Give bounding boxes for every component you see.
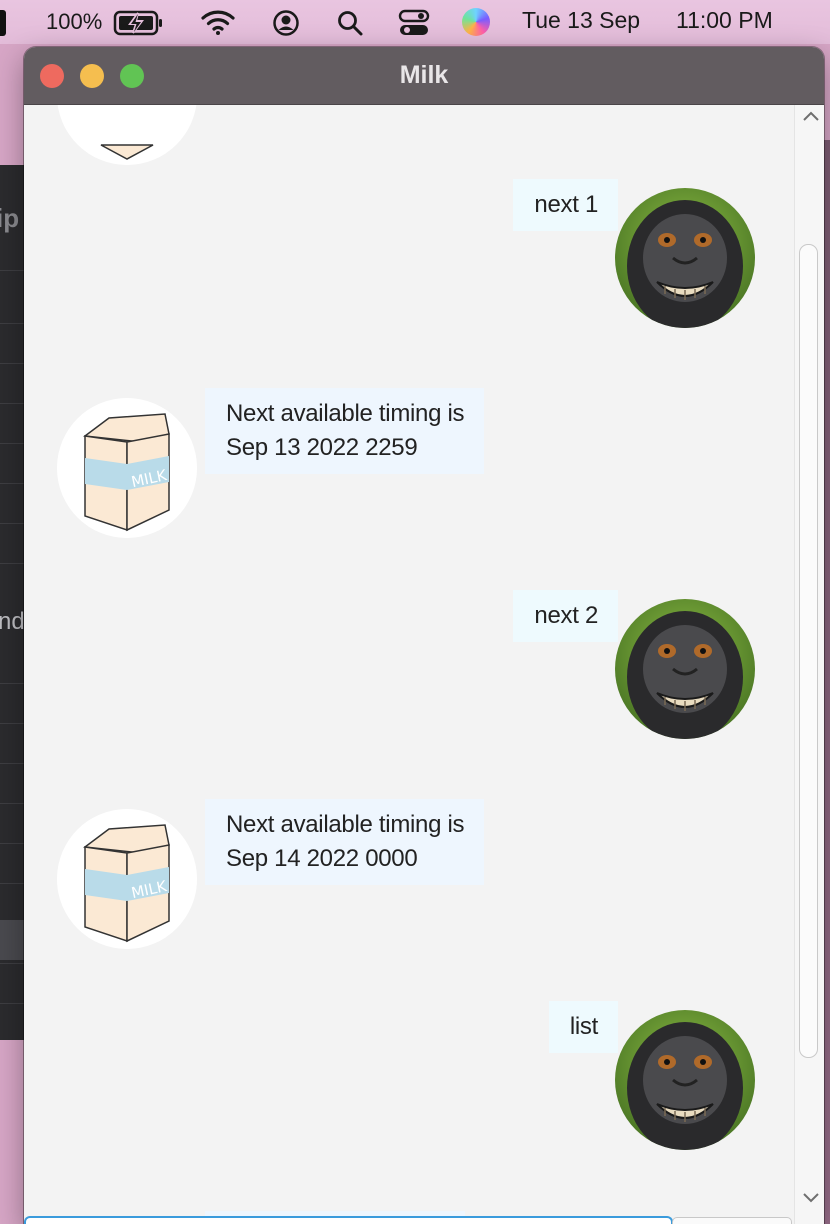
bot-message-bubble: Next available timing is Sep 13 2022 225… — [205, 388, 485, 474]
bot-avatar — [57, 105, 197, 165]
milk-window: Milk next 1 MILK Next available timing i… — [24, 47, 824, 1224]
user-account-icon[interactable] — [272, 9, 300, 43]
title-bar[interactable]: Milk — [24, 47, 824, 105]
chat-scroll-area[interactable]: next 1 MILK Next available timing is Sep… — [24, 105, 794, 1224]
user-message-bubble: next 1 — [513, 179, 618, 231]
menu-bar-time[interactable]: 11:00 PM — [676, 7, 773, 34]
scrollbar-thumb[interactable] — [799, 244, 818, 1058]
window-title: Milk — [399, 61, 449, 89]
user-message-text: next 1 — [534, 191, 598, 218]
battery-charging-icon[interactable] — [113, 10, 165, 42]
background-app-label: ip — [0, 203, 20, 233]
user-message-bubble: list — [548, 1001, 618, 1053]
vertical-scrollbar[interactable] — [794, 105, 824, 1224]
bot-message-text: Sep 14 2022 0000 — [226, 845, 418, 872]
background-app-label: nd — [0, 608, 25, 635]
scroll-down-icon[interactable] — [803, 1191, 819, 1209]
bot-avatar: MILK — [57, 398, 197, 538]
send-button[interactable] — [672, 1217, 792, 1224]
search-icon[interactable] — [336, 9, 364, 43]
bot-message-text: Next available timing is — [226, 400, 465, 427]
control-center-icon[interactable] — [398, 9, 430, 43]
siri-icon[interactable] — [462, 8, 490, 36]
wifi-icon[interactable] — [200, 8, 236, 42]
bot-avatar: MILK — [57, 809, 197, 949]
bot-message-bubble: Next available timing is Sep 14 2022 000… — [205, 799, 485, 885]
user-avatar — [615, 599, 755, 739]
user-avatar — [615, 1010, 755, 1150]
menu-bar-edge — [0, 10, 6, 36]
command-input[interactable] — [24, 1216, 673, 1224]
user-message-text: next 2 — [534, 602, 598, 629]
battery-percent[interactable]: 100% — [46, 9, 102, 35]
user-avatar — [615, 188, 755, 328]
user-message-bubble: next 2 — [513, 590, 618, 642]
bot-message-text: Sep 13 2022 2259 — [226, 434, 418, 461]
scroll-up-icon[interactable] — [803, 109, 819, 127]
bot-message-text: Next available timing is — [226, 811, 465, 838]
menu-bar: 100% Tue 13 Sep 11:00 PM — [0, 0, 830, 44]
menu-bar-date[interactable]: Tue 13 Sep — [522, 7, 640, 34]
user-message-text: list — [569, 1013, 598, 1040]
